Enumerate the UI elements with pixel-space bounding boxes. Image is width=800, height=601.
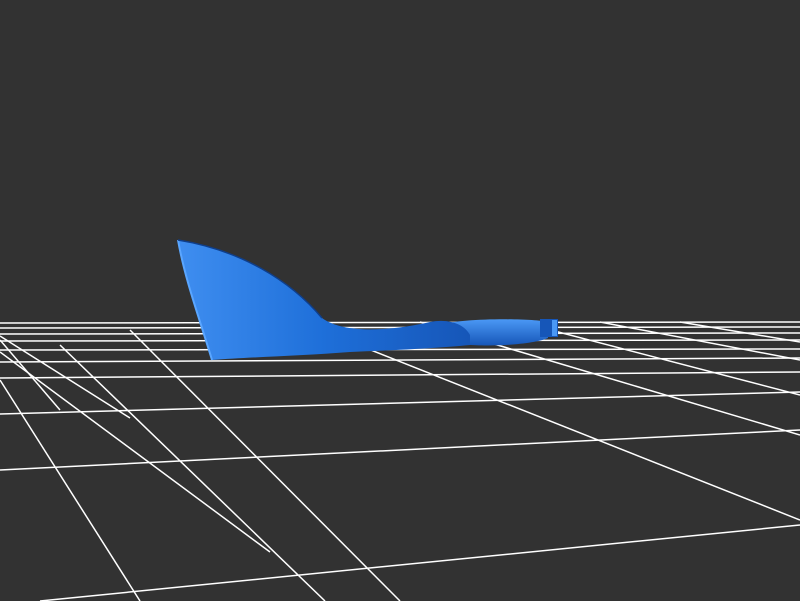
grid-line (0, 429, 800, 471)
3d-model[interactable] (177, 239, 558, 361)
model-fin[interactable] (178, 240, 470, 360)
grid-line (299, 321, 800, 521)
scene-canvas[interactable] (0, 0, 800, 601)
ground-grid (0, 321, 800, 601)
grid-line (129, 329, 401, 601)
grid-line (0, 379, 141, 601)
grid-line (59, 344, 326, 601)
3d-viewport[interactable] (0, 0, 800, 601)
grid-line (0, 351, 271, 553)
grid-line (0, 371, 800, 379)
grid-line (679, 321, 800, 343)
model-ring-end-highlight (552, 320, 557, 336)
grid-line (39, 524, 800, 601)
